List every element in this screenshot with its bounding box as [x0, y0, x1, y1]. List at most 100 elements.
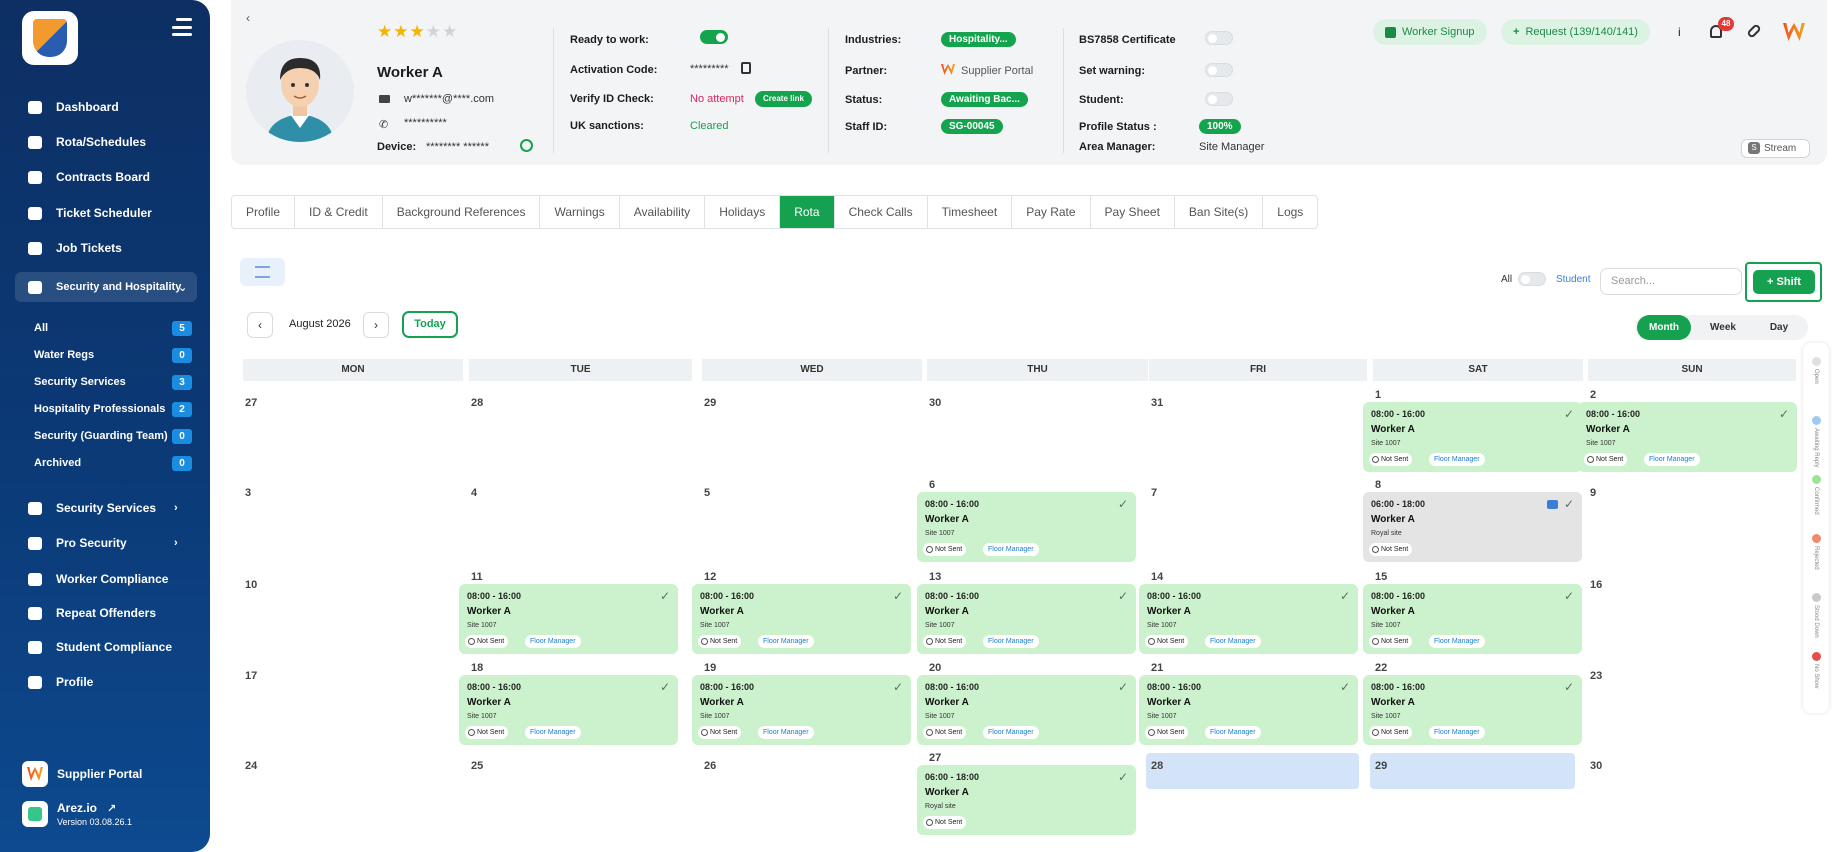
- tab-pay-sheet[interactable]: Pay Sheet: [1091, 196, 1175, 228]
- sidebar-item-profile[interactable]: Profile: [26, 671, 93, 693]
- day-number[interactable]: 1: [1375, 389, 1381, 401]
- day-number[interactable]: 30: [1590, 760, 1602, 772]
- next-month-button[interactable]: ›: [363, 312, 389, 338]
- tab-background-references[interactable]: Background References: [383, 196, 541, 228]
- day-number[interactable]: 21: [1151, 662, 1163, 674]
- shift-event[interactable]: 08:00 - 16:00 Worker A Site 1007 Not Sent Fl…: [459, 584, 678, 654]
- day-number[interactable]: 16: [1590, 579, 1602, 591]
- chevron-right-icon[interactable]: ›: [174, 537, 178, 549]
- shift-event[interactable]: 08:00 - 16:00 Worker A Site 1007 Not Sent Fl…: [1578, 402, 1797, 472]
- tab-profile[interactable]: Profile: [232, 196, 296, 228]
- day-number[interactable]: 27: [245, 397, 257, 409]
- all-student-toggle[interactable]: [1518, 272, 1546, 286]
- day-number[interactable]: 29: [1375, 760, 1387, 772]
- day-number[interactable]: 17: [245, 670, 257, 682]
- day-number[interactable]: 26: [704, 760, 716, 772]
- stream-button[interactable]: Stream: [1741, 139, 1810, 158]
- sidebar-item-pro-security[interactable]: Pro Security ›: [26, 532, 178, 554]
- create-link-button[interactable]: Create link: [755, 91, 812, 107]
- tab-rota[interactable]: Rota: [780, 196, 835, 228]
- bs7858-toggle[interactable]: [1205, 31, 1233, 45]
- day-number[interactable]: 20: [929, 662, 941, 674]
- sidebar-subitem-all[interactable]: All 5: [34, 319, 192, 337]
- sidebar-item-worker-compliance[interactable]: Worker Compliance: [26, 568, 168, 590]
- day-number[interactable]: 28: [471, 397, 483, 409]
- shift-event[interactable]: 08:00 - 16:00 Worker A Site 1007 Not Sent Fl…: [1139, 584, 1358, 654]
- external-link-icon[interactable]: ↗: [107, 802, 116, 815]
- selected-day-cell[interactable]: [1370, 753, 1575, 789]
- tab-pay-rate[interactable]: Pay Rate: [1012, 196, 1091, 228]
- view-day-button[interactable]: Day: [1753, 315, 1805, 340]
- selected-day-cell[interactable]: [1146, 753, 1359, 789]
- day-number[interactable]: 23: [1590, 670, 1602, 682]
- view-week-button[interactable]: Week: [1697, 315, 1749, 340]
- day-number[interactable]: 14: [1151, 571, 1163, 583]
- shift-event[interactable]: 08:00 - 16:00 Worker A Site 1007 Not Sent Fl…: [917, 584, 1136, 654]
- shift-event[interactable]: 06:00 - 18:00 Worker A Royal site Not Sent ✓: [1363, 492, 1582, 562]
- day-number[interactable]: 10: [245, 579, 257, 591]
- ready-to-work-toggle[interactable]: [700, 30, 728, 44]
- day-number[interactable]: 3: [245, 487, 251, 499]
- day-number[interactable]: 31: [1151, 397, 1163, 409]
- shift-event[interactable]: 08:00 - 16:00 Worker A Site 1007 Not Sent Fl…: [1363, 402, 1582, 472]
- tab-check-calls[interactable]: Check Calls: [835, 196, 928, 228]
- shift-event[interactable]: 08:00 - 16:00 Worker A Site 1007 Not Sent Fl…: [1363, 584, 1582, 654]
- sidebar-subitem-security-services[interactable]: Security Services 3: [34, 373, 192, 391]
- worker-signup-button[interactable]: Worker Signup: [1373, 19, 1487, 45]
- day-number[interactable]: 27: [929, 752, 941, 764]
- day-number[interactable]: 11: [471, 571, 483, 583]
- copy-icon[interactable]: [741, 62, 751, 74]
- day-number[interactable]: 6: [929, 479, 935, 491]
- tab-logs[interactable]: Logs: [1263, 196, 1317, 228]
- back-chevron-icon[interactable]: ‹: [246, 11, 250, 25]
- tab-timesheet[interactable]: Timesheet: [928, 196, 1013, 228]
- sidebar-subitem-archived[interactable]: Archived 0: [34, 454, 192, 472]
- info-icon[interactable]: i: [1678, 25, 1681, 39]
- sidebar-item-repeat-offenders[interactable]: Repeat Offenders: [26, 602, 156, 624]
- day-number[interactable]: 13: [929, 571, 941, 583]
- chevron-right-icon[interactable]: ›: [174, 502, 178, 514]
- shift-event[interactable]: 08:00 - 16:00 Worker A Site 1007 Not Sent Fl…: [917, 675, 1136, 745]
- sidebar-item-ticket-scheduler[interactable]: Ticket Scheduler: [26, 202, 152, 224]
- sidebar-subitem-hospitality-professionals[interactable]: Hospitality Professionals 2: [34, 400, 192, 418]
- day-number[interactable]: 9: [1590, 487, 1596, 499]
- shift-event[interactable]: 08:00 - 16:00 Worker A Site 1007 Not Sent Fl…: [692, 584, 911, 654]
- day-number[interactable]: 18: [471, 662, 483, 674]
- shift-event[interactable]: 08:00 - 16:00 Worker A Site 1007 Not Sent Fl…: [692, 675, 911, 745]
- day-number[interactable]: 7: [1151, 487, 1157, 499]
- tab-availability[interactable]: Availability: [620, 196, 706, 228]
- arez-link[interactable]: Arez.io ↗ Version 03.08.26.1: [22, 801, 132, 827]
- tab-holidays[interactable]: Holidays: [705, 196, 781, 228]
- day-number[interactable]: 19: [704, 662, 716, 674]
- day-number[interactable]: 8: [1375, 479, 1381, 491]
- menu-toggle-icon[interactable]: [172, 18, 192, 36]
- day-number[interactable]: 24: [245, 760, 257, 772]
- sidebar-subitem-security-guarding-team-[interactable]: Security (Guarding Team) 0: [34, 427, 192, 445]
- sidebar-item-job-tickets[interactable]: Job Tickets: [26, 237, 122, 259]
- shift-event[interactable]: 08:00 - 16:00 Worker A Site 1007 Not Sent Fl…: [1363, 675, 1582, 745]
- prev-month-button[interactable]: ‹: [247, 312, 273, 338]
- shift-event[interactable]: 06:00 - 18:00 Worker A Royal site Not Sent ✓: [917, 765, 1136, 835]
- view-month-button[interactable]: Month: [1637, 315, 1691, 340]
- shift-event[interactable]: 08:00 - 16:00 Worker A Site 1007 Not Sent Fl…: [459, 675, 678, 745]
- supplier-portal-link[interactable]: Supplier Portal: [22, 761, 142, 787]
- day-number[interactable]: 28: [1151, 760, 1163, 772]
- set-warning-toggle[interactable]: [1205, 63, 1233, 77]
- today-button[interactable]: Today: [402, 311, 458, 338]
- tab-warnings[interactable]: Warnings: [540, 196, 620, 228]
- day-number[interactable]: 29: [704, 397, 716, 409]
- add-shift-button[interactable]: + Shift: [1753, 270, 1815, 294]
- day-number[interactable]: 22: [1375, 662, 1387, 674]
- chevron-down-icon[interactable]: ⌄: [178, 281, 187, 294]
- sidebar-item-security-services[interactable]: Security Services ›: [26, 497, 178, 519]
- day-number[interactable]: 30: [929, 397, 941, 409]
- filter-button[interactable]: [240, 258, 285, 286]
- day-number[interactable]: 4: [471, 487, 477, 499]
- sidebar-item-student-compliance[interactable]: Student Compliance: [26, 636, 172, 658]
- day-number[interactable]: 15: [1375, 571, 1387, 583]
- sidebar-item-rota-schedules[interactable]: Rota/Schedules: [26, 131, 146, 153]
- tab-id-credit[interactable]: ID & Credit: [295, 196, 383, 228]
- day-number[interactable]: 25: [471, 760, 483, 772]
- student-toggle[interactable]: [1205, 92, 1233, 106]
- app-logo[interactable]: [22, 11, 78, 65]
